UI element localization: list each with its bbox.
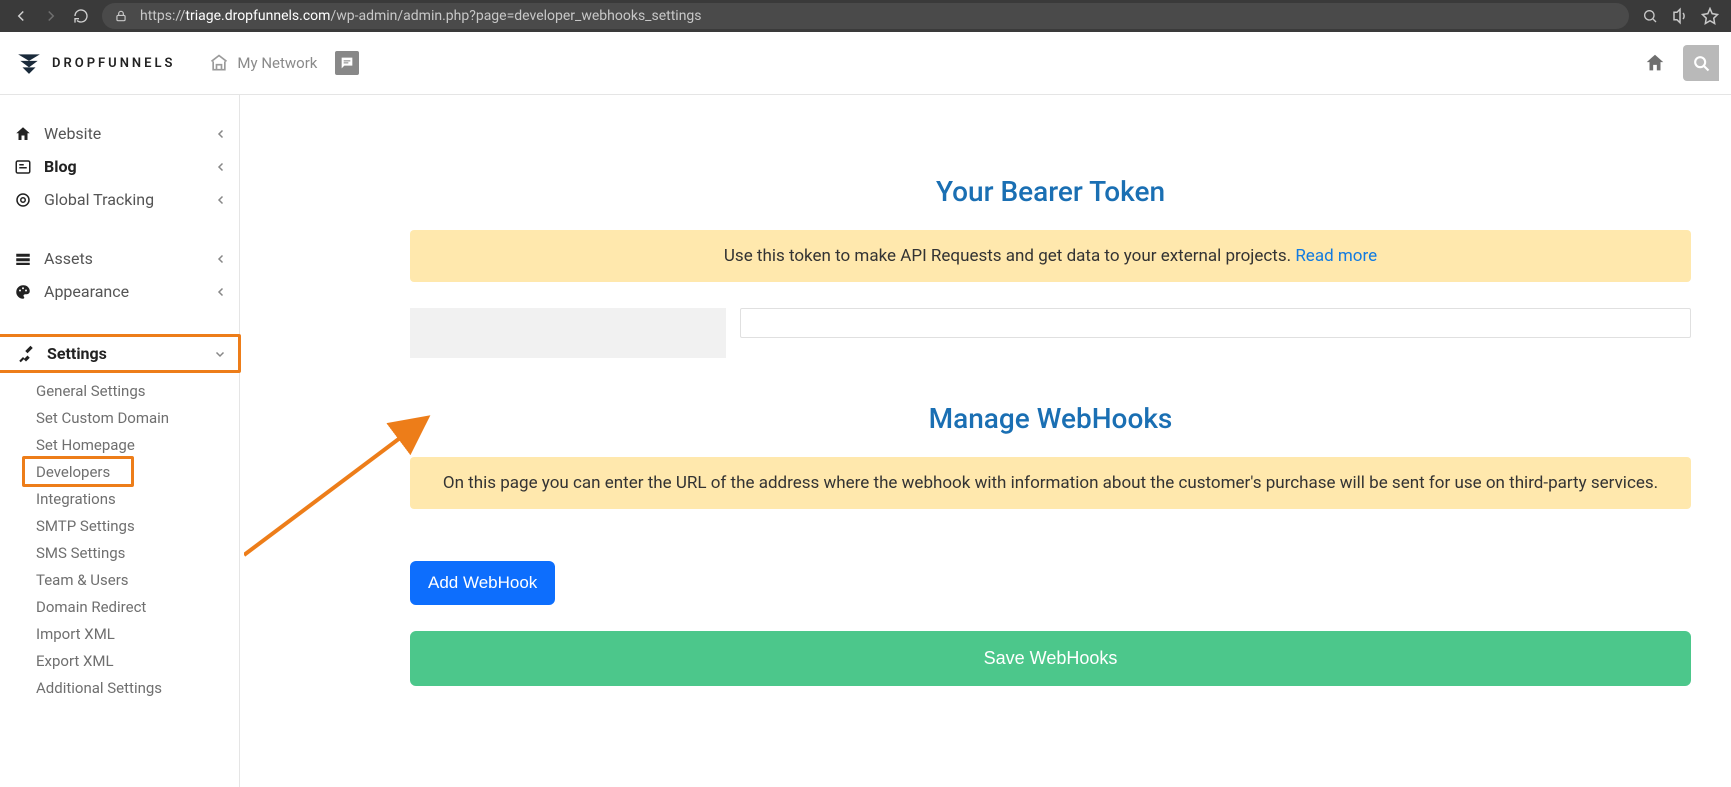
chevron-left-icon <box>215 161 227 173</box>
chevron-down-icon <box>214 348 226 360</box>
submenu-export-xml[interactable]: Export XML <box>36 647 239 674</box>
sidebar-item-label: Settings <box>47 344 214 363</box>
sidebar-item-label: Website <box>44 124 215 143</box>
bearer-notice-text: Use this token to make API Requests and … <box>724 246 1295 266</box>
submenu-import-xml[interactable]: Import XML <box>36 620 239 647</box>
submenu-developers[interactable]: Developers <box>36 458 124 485</box>
sidebar-item-appearance[interactable]: Appearance <box>0 275 239 308</box>
target-icon <box>12 191 34 209</box>
chat-icon[interactable] <box>335 51 359 75</box>
tools-icon <box>15 345 37 363</box>
chevron-left-icon <box>215 128 227 140</box>
main-content: Your Bearer Token Use this token to make… <box>240 95 1731 787</box>
submenu-general[interactable]: General Settings <box>36 377 239 404</box>
bearer-notice: Use this token to make API Requests and … <box>410 230 1691 282</box>
read-more-link[interactable]: Read more <box>1295 246 1377 266</box>
forward-icon <box>36 1 66 31</box>
submenu-redirect[interactable]: Domain Redirect <box>36 593 239 620</box>
brand-logo[interactable]: DROPFUNNELS <box>16 50 175 76</box>
sidebar-item-website[interactable]: Website <box>0 117 239 150</box>
my-network-label: My Network <box>237 54 317 72</box>
brand-text: DROPFUNNELS <box>52 56 175 71</box>
chevron-left-icon <box>215 194 227 206</box>
network-icon <box>209 53 229 73</box>
blog-icon <box>12 158 34 176</box>
reload-icon[interactable] <box>66 1 96 31</box>
sidebar-item-blog[interactable]: Blog <box>0 150 239 183</box>
home-button[interactable] <box>1637 45 1673 81</box>
logo-mark-icon <box>16 50 42 76</box>
browser-chrome: https://triage.dropfunnels.com/wp-admin/… <box>0 0 1731 32</box>
chevron-left-icon <box>215 253 227 265</box>
app-top-bar: DROPFUNNELS My Network <box>0 32 1731 95</box>
settings-submenu: General Settings Set Custom Domain Set H… <box>0 373 239 701</box>
assets-icon <box>12 250 34 268</box>
sidebar-item-assets[interactable]: Assets <box>0 242 239 275</box>
sidebar-settings-highlight: Settings <box>0 334 241 373</box>
palette-icon <box>12 283 34 301</box>
back-icon[interactable] <box>6 1 36 31</box>
bearer-token-title: Your Bearer Token <box>410 175 1691 208</box>
token-input[interactable] <box>740 308 1691 338</box>
submenu-team[interactable]: Team & Users <box>36 566 239 593</box>
lock-icon <box>112 7 130 25</box>
sidebar-item-label: Assets <box>44 249 215 268</box>
url-text: https://triage.dropfunnels.com/wp-admin/… <box>140 8 1619 24</box>
zoom-icon[interactable] <box>1635 1 1665 31</box>
submenu-smtp[interactable]: SMTP Settings <box>36 512 239 539</box>
sidebar-item-settings[interactable]: Settings <box>3 337 238 370</box>
save-webhooks-button[interactable]: Save WebHooks <box>410 631 1691 686</box>
search-button[interactable] <box>1683 45 1719 81</box>
submenu-integrations[interactable]: Integrations <box>36 485 239 512</box>
submenu-sms[interactable]: SMS Settings <box>36 539 239 566</box>
address-bar[interactable]: https://triage.dropfunnels.com/wp-admin/… <box>102 3 1629 29</box>
sidebar-item-label: Global Tracking <box>44 190 215 209</box>
manage-webhooks-title: Manage WebHooks <box>410 402 1691 435</box>
read-aloud-icon[interactable] <box>1665 1 1695 31</box>
chevron-left-icon <box>215 286 227 298</box>
sidebar-item-label: Blog <box>44 157 215 176</box>
submenu-homepage[interactable]: Set Homepage <box>36 431 239 458</box>
submenu-additional[interactable]: Additional Settings <box>36 674 239 701</box>
submenu-custom-domain[interactable]: Set Custom Domain <box>36 404 239 431</box>
house-icon <box>12 125 34 143</box>
sidebar-item-global-tracking[interactable]: Global Tracking <box>0 183 239 216</box>
my-network-link[interactable]: My Network <box>209 53 317 73</box>
token-value-blurred <box>410 308 726 358</box>
sidebar: Website Blog Global Tracking <box>0 95 240 787</box>
webhooks-notice: On this page you can enter the URL of th… <box>410 457 1691 509</box>
add-webhook-button[interactable]: Add WebHook <box>410 561 555 605</box>
favorite-icon[interactable] <box>1695 1 1725 31</box>
content-panel: Your Bearer Token Use this token to make… <box>390 153 1711 686</box>
sidebar-item-label: Appearance <box>44 282 215 301</box>
token-row <box>410 308 1691 358</box>
